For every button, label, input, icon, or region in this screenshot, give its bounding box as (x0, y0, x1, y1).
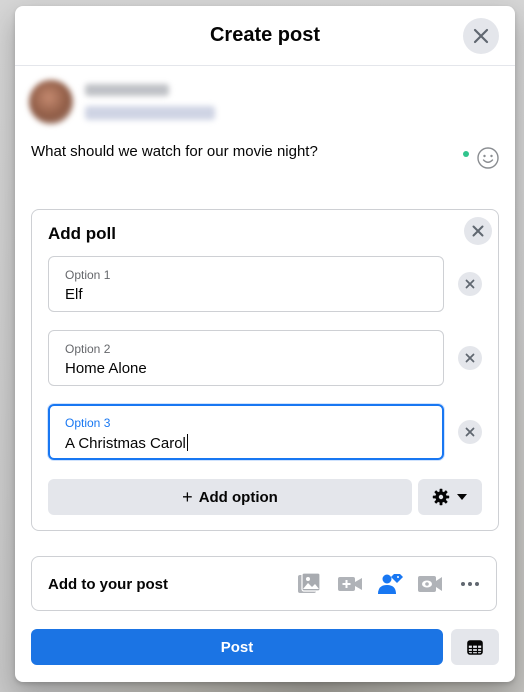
poll-option-value: Elf (65, 286, 83, 303)
plus-icon: + (182, 486, 193, 507)
poll-settings-button[interactable] (418, 479, 482, 515)
live-video-icon (418, 576, 442, 592)
photo-video-icon (298, 572, 321, 593)
poll-composer: Add poll Option 1 Elf Option 2 Home Alon… (31, 209, 499, 531)
add-option-button[interactable]: + Add option (48, 479, 412, 515)
user-info (21, 66, 261, 136)
photo-video-button[interactable] (296, 571, 324, 597)
poll-option-1-field[interactable]: Option 1 Elf (48, 256, 444, 312)
video-button[interactable] (336, 571, 364, 597)
remove-poll-button[interactable] (464, 217, 492, 245)
close-dialog-button[interactable] (463, 18, 499, 54)
privacy-selector-blurred[interactable] (85, 106, 215, 120)
chevron-down-icon (457, 494, 467, 500)
poll-option-label: Option 1 (65, 268, 111, 282)
dialog-header: Create post (15, 6, 515, 66)
poll-title: Add poll (48, 224, 116, 243)
status-dot (463, 151, 469, 157)
tag-people-icon (378, 574, 403, 594)
add-to-post-label: Add to your post (48, 576, 168, 593)
gear-icon (432, 488, 450, 506)
video-camera-plus-icon (338, 577, 362, 591)
close-icon (472, 225, 484, 237)
dialog-title: Create post (209, 24, 321, 46)
text-caret (186, 434, 188, 451)
poll-option-value: A Christmas Carol (65, 435, 186, 452)
poll-option-label: Option 3 (65, 416, 111, 430)
tag-people-button[interactable] (376, 571, 404, 597)
close-icon (465, 279, 475, 289)
add-to-your-post-bar: Add to your post (31, 556, 497, 611)
poll-option-label: Option 2 (65, 342, 111, 356)
more-icon (461, 582, 479, 586)
calendar-icon (467, 640, 483, 655)
smiley-icon (477, 147, 499, 169)
more-options-button[interactable] (456, 571, 484, 597)
post-text-input[interactable]: What should we watch for our movie night… (31, 143, 318, 160)
add-option-label: Add option (198, 488, 278, 506)
poll-option-3-field[interactable]: Option 3 A Christmas Carol (48, 404, 444, 460)
post-button[interactable]: Post (31, 629, 443, 665)
create-post-dialog: Create post What should we watch for our… (15, 6, 515, 682)
remove-option-1-button[interactable] (458, 272, 482, 296)
schedule-button[interactable] (451, 629, 499, 665)
emoji-button[interactable] (476, 146, 500, 170)
close-icon (465, 427, 475, 437)
remove-option-3-button[interactable] (458, 420, 482, 444)
poll-option-2-field[interactable]: Option 2 Home Alone (48, 330, 444, 386)
close-icon (473, 28, 489, 44)
poll-option-value-wrap: A Christmas Carol (65, 434, 188, 452)
avatar (29, 80, 73, 124)
poll-option-value: Home Alone (65, 360, 147, 377)
live-video-button[interactable] (416, 571, 444, 597)
user-name-blurred (85, 84, 169, 96)
remove-option-2-button[interactable] (458, 346, 482, 370)
close-icon (465, 353, 475, 363)
